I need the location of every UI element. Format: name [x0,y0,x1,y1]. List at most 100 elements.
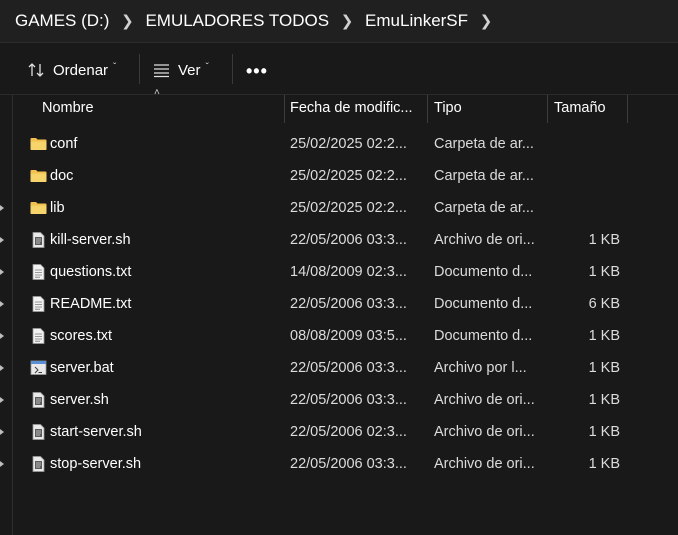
column-header-type[interactable]: Tipo [434,95,462,123]
file-date: 25/02/2025 02:2... [290,200,407,216]
file-name: conf [50,136,78,152]
file-row[interactable]: kill-server.sh 22/05/2006 03:3... Archivo … [0,224,678,256]
breadcrumb-item-emulinker[interactable]: EmuLinkerSF [365,11,468,31]
expand-arrow-icon[interactable] [0,301,4,307]
file-row[interactable]: scores.txt 08/08/2009 03:5... Documento d.… [0,320,678,352]
toolbar-divider [232,54,233,84]
expand-arrow-icon[interactable] [0,333,4,339]
expand-arrow-icon[interactable] [0,429,4,435]
file-date: 22/05/2006 03:3... [290,456,407,472]
file-type: Carpeta de ar... [434,200,534,216]
view-button[interactable]: Ver ˇ [153,57,209,83]
folder-icon [30,200,47,216]
sort-label: Ordenar [53,61,109,79]
expand-arrow-icon[interactable] [0,397,4,403]
more-options-button[interactable]: ••• [246,61,268,82]
expand-arrow-icon[interactable] [0,269,4,275]
file-date: 25/02/2025 02:2... [290,168,407,184]
file-name: lib [50,200,65,216]
file-date: 22/05/2006 03:3... [290,232,407,248]
column-header: ˄ Nombre Fecha de modific... Tipo Tamaño [0,87,678,123]
file-date: 14/08/2009 02:3... [290,264,407,280]
file-size [548,192,620,224]
sort-icon [28,63,44,77]
text-file-icon [30,328,47,344]
column-divider[interactable] [427,95,428,123]
column-divider[interactable] [284,95,285,123]
file-row[interactable]: server.bat 22/05/2006 03:3... Archivo por … [0,352,678,384]
column-divider[interactable] [627,95,628,123]
file-name: scores.txt [50,328,113,344]
file-type: Documento d... [434,264,533,280]
file-row[interactable]: stop-server.sh 22/05/2006 03:3... Archivo … [0,448,678,480]
file-name: questions.txt [50,264,132,280]
file-size: 1 KB [588,360,620,376]
expand-arrow-icon[interactable] [0,205,4,211]
view-list-icon [154,64,169,78]
file-row[interactable]: questions.txt 14/08/2009 02:3... Documento… [0,256,678,288]
file-name: server.sh [50,392,109,408]
chevron-right-icon[interactable]: ❯ [109,12,145,30]
column-header-size[interactable]: Tamaño [554,95,606,123]
file-name: server.bat [50,360,114,376]
file-type: Carpeta de ar... [434,168,534,184]
file-name: doc [50,168,74,184]
file-row[interactable]: conf 25/02/2025 02:2... Carpeta de ar... [0,128,678,160]
file-date: 22/05/2006 02:3... [290,424,407,440]
file-name: kill-server.sh [50,232,131,248]
file-row[interactable]: README.txt 22/05/2006 03:3... Documento d.… [0,288,678,320]
folder-icon [30,136,47,152]
expand-arrow-icon[interactable] [0,237,4,243]
breadcrumb: GAMES (D:) ❯ EMULADORES TODOS ❯ EmuLinke… [0,0,678,43]
file-type: Archivo de ori... [434,392,535,408]
file-size: 1 KB [588,328,620,344]
toolbar: Ordenar ˇ Ver ˇ ••• [0,44,678,95]
folder-icon [30,168,47,184]
file-list: conf 25/02/2025 02:2... Carpeta de ar... do… [0,128,678,480]
column-header-name[interactable]: Nombre [42,95,94,123]
text-file-icon [30,264,47,280]
file-size: 1 KB [588,456,620,472]
view-label: Ver [178,61,201,79]
file-type: Documento d... [434,328,533,344]
file-size [548,128,620,160]
file-date: 22/05/2006 03:3... [290,360,407,376]
file-row[interactable]: server.sh 22/05/2006 03:3... Archivo de or… [0,384,678,416]
text-file-icon [30,296,47,312]
script-file-icon [30,232,47,248]
file-date: 22/05/2006 03:3... [290,392,407,408]
file-size: 1 KB [588,232,620,248]
file-row[interactable]: doc 25/02/2025 02:2... Carpeta de ar... [0,160,678,192]
file-size: 1 KB [588,392,620,408]
sort-ascending-icon: ˄ [154,87,160,98]
column-divider[interactable] [547,95,548,123]
file-name: start-server.sh [50,424,142,440]
column-header-date[interactable]: Fecha de modific... [290,95,413,123]
script-file-icon [30,392,47,408]
file-row[interactable]: lib 25/02/2025 02:2... Carpeta de ar... [0,192,678,224]
expand-arrow-icon[interactable] [0,461,4,467]
file-name: stop-server.sh [50,456,142,472]
toolbar-divider [139,54,140,84]
breadcrumb-item-drive[interactable]: GAMES (D:) [15,11,109,31]
file-name: README.txt [50,296,132,312]
breadcrumb-item-emuladores[interactable]: EMULADORES TODOS [145,11,329,31]
sort-button[interactable]: Ordenar ˇ [28,57,116,83]
expand-arrow-icon[interactable] [0,365,4,371]
file-type: Archivo de ori... [434,424,535,440]
file-size [548,160,620,192]
chevron-down-icon: ˇ [113,61,117,73]
file-row[interactable]: start-server.sh 22/05/2006 02:3... Archivo… [0,416,678,448]
chevron-right-icon[interactable]: ❯ [329,12,365,30]
file-date: 25/02/2025 02:2... [290,136,407,152]
file-type: Archivo por l... [434,360,527,376]
file-size: 6 KB [588,296,620,312]
file-type: Carpeta de ar... [434,136,534,152]
file-type: Archivo de ori... [434,232,535,248]
script-file-icon [30,456,47,472]
file-type: Documento d... [434,296,533,312]
chevron-right-icon[interactable]: ❯ [468,12,504,30]
file-date: 22/05/2006 03:3... [290,296,407,312]
batch-file-icon [30,360,47,376]
file-date: 08/08/2009 03:5... [290,328,407,344]
